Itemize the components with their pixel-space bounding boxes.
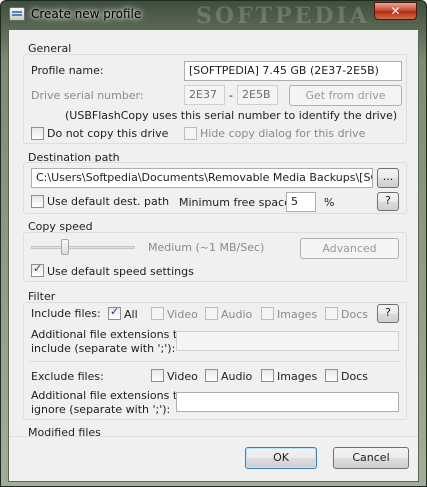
- min-free-input[interactable]: 5: [286, 192, 316, 212]
- use-default-dest-checkbox[interactable]: [31, 195, 44, 208]
- serial-label: Drive serial number:: [31, 89, 144, 102]
- browse-button[interactable]: ...: [377, 168, 399, 188]
- include-ext-label-line1: Additional file extensions to: [31, 328, 184, 341]
- dialog-footer: OK Cancel: [9, 436, 418, 481]
- dialog-window: Create new profile SOFTPEDIA ✕ General P…: [0, 0, 427, 487]
- advanced-button[interactable]: Advanced: [300, 238, 399, 259]
- speed-slider-track[interactable]: [31, 246, 135, 249]
- include-audio-label: Audio: [221, 308, 253, 321]
- do-not-copy-checkbox[interactable]: [31, 127, 44, 140]
- exclude-video-label: Video: [167, 370, 198, 383]
- exclude-audio-label: Audio: [221, 370, 253, 383]
- include-all-checkbox[interactable]: [108, 305, 121, 320]
- serial-separator: -: [229, 89, 233, 102]
- serial-part2-input[interactable]: 2E5B: [237, 85, 278, 105]
- filter-separator: [29, 361, 401, 362]
- serial-note: (USBFlashCopy uses this serial number to…: [65, 109, 398, 122]
- exclude-images-label: Images: [277, 370, 318, 383]
- include-ext-input[interactable]: [176, 331, 399, 351]
- exclude-ext-label-line2: ignore (separate with ';'):: [31, 403, 171, 416]
- use-default-dest-label: Use default dest. path: [47, 195, 170, 208]
- close-button[interactable]: ✕: [374, 2, 417, 20]
- do-not-copy-label: Do not copy this drive: [47, 127, 169, 140]
- hide-dialog-label: Hide copy dialog for this drive: [200, 127, 366, 140]
- title-bar[interactable]: Create new profile SOFTPEDIA ✕: [1, 1, 426, 29]
- include-video-checkbox[interactable]: [151, 307, 164, 320]
- watermark-text: SOFTPEDIA: [196, 3, 370, 29]
- use-default-speed-checkbox[interactable]: [31, 262, 44, 277]
- speed-slider-thumb[interactable]: [61, 239, 70, 255]
- min-free-label: Minimum free space:: [179, 196, 295, 209]
- close-icon: ✕: [390, 4, 401, 18]
- exclude-video-checkbox[interactable]: [151, 369, 164, 382]
- exclude-docs-checkbox[interactable]: [325, 369, 338, 382]
- hide-dialog-checkbox[interactable]: [184, 127, 197, 140]
- serial-part1-input[interactable]: 2E37: [184, 85, 225, 105]
- include-ext-label-line2: include (separate with ';'):: [31, 342, 176, 355]
- exclude-files-label: Exclude files:: [31, 370, 104, 383]
- exclude-audio-checkbox[interactable]: [205, 369, 218, 382]
- min-free-unit: %: [324, 196, 335, 209]
- dialog-content: General Profile name: [SOFTPEDIA] 7.45 G…: [8, 29, 419, 482]
- use-default-speed-label: Use default speed settings: [47, 265, 194, 278]
- exclude-ext-input[interactable]: [176, 392, 399, 412]
- profile-name-label: Profile name:: [31, 64, 104, 77]
- ok-button[interactable]: OK: [245, 447, 317, 469]
- include-all-label: All: [124, 308, 138, 321]
- include-images-checkbox[interactable]: [261, 307, 274, 320]
- destination-help-button[interactable]: ?: [377, 192, 399, 211]
- exclude-images-checkbox[interactable]: [261, 369, 274, 382]
- filter-help-button[interactable]: ?: [377, 304, 399, 323]
- app-icon: [9, 7, 25, 21]
- exclude-docs-label: Docs: [341, 370, 368, 383]
- include-audio-checkbox[interactable]: [205, 307, 218, 320]
- include-docs-label: Docs: [341, 308, 368, 321]
- speed-value-text: Medium (~1 MB/Sec): [148, 241, 265, 254]
- include-docs-checkbox[interactable]: [325, 307, 338, 320]
- include-images-label: Images: [277, 308, 318, 321]
- include-files-label: Include files:: [31, 307, 101, 320]
- include-video-label: Video: [167, 308, 198, 321]
- destination-path-input[interactable]: C:\Users\Softpedia\Documents\Removable M…: [31, 168, 373, 188]
- profile-name-input[interactable]: [SOFTPEDIA] 7.45 GB (2E37-2E5B): [184, 61, 402, 81]
- exclude-ext-label-line1: Additional file extensions to: [31, 389, 184, 402]
- cancel-button[interactable]: Cancel: [333, 447, 409, 469]
- window-title: Create new profile: [31, 7, 142, 21]
- get-from-drive-button[interactable]: Get from drive: [289, 85, 402, 106]
